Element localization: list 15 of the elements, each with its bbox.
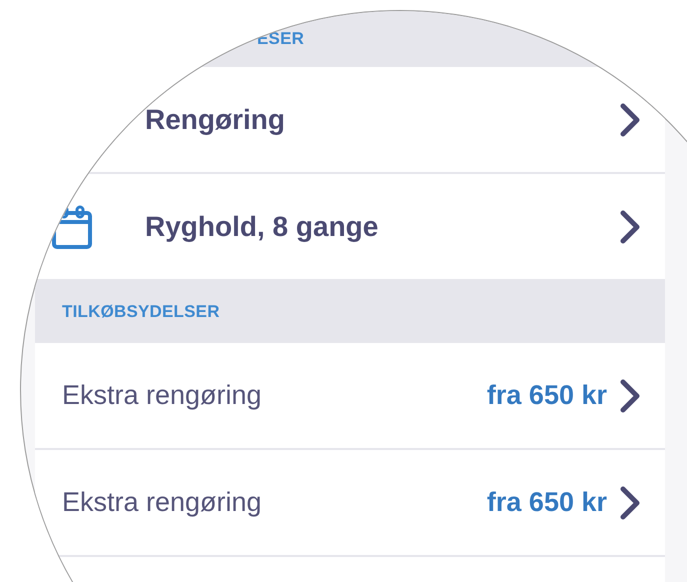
chevron-right-icon (619, 484, 641, 520)
section-header: TILKØBSYDELSER (62, 302, 220, 322)
chevron-right-icon (619, 208, 641, 244)
chevron-right-icon (619, 378, 641, 414)
addon-title: Ekstra rengøring (61, 487, 263, 518)
price-label: fra 650 kr (486, 487, 607, 518)
service-title: Rengøring (145, 104, 286, 136)
calendar-icon (52, 204, 92, 248)
addon-title: Ekstra rengøring (61, 380, 263, 411)
addon-row[interactable]: Ekstra rengøring fra 650 kr (35, 450, 665, 555)
service-row[interactable]: Ryghold, 8 gange (35, 174, 665, 279)
price-label: fra 650 kr (486, 380, 607, 411)
service-title: Ryghold, 8 gange (145, 210, 380, 242)
chevron-right-icon (619, 102, 641, 138)
addon-row[interactable]: Ekstra rengøring fra 650 kr (35, 343, 665, 448)
